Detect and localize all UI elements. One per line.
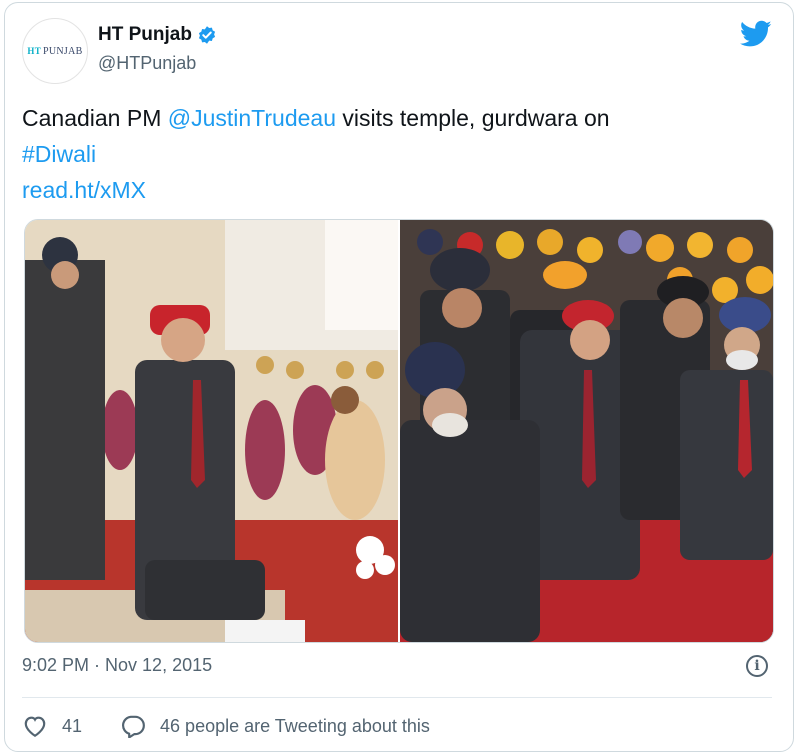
author-name-row: HT Punjab <box>98 24 217 46</box>
photo-right[interactable] <box>400 220 773 642</box>
mention-link[interactable]: @JustinTrudeau <box>168 105 336 131</box>
tweet-timestamp[interactable]: 9:02 PM · Nov 12, 2015 <box>22 655 212 676</box>
display-name[interactable]: HT Punjab <box>98 24 192 46</box>
tweet-text-part1: Canadian PM <box>22 105 168 131</box>
info-icon[interactable]: i <box>746 655 768 677</box>
like-count[interactable]: 41 <box>62 716 82 737</box>
avatar[interactable]: HT PUNJAB <box>22 18 88 84</box>
avatar-logo-text: PUNJAB <box>43 45 83 57</box>
author-handle[interactable]: @HTPunjab <box>98 53 196 74</box>
photo-left-illustration <box>25 220 398 642</box>
tweeting-about-link[interactable]: 46 people are Tweeting about this <box>160 716 430 737</box>
tweet-actions: 41 46 people are Tweeting about this <box>22 714 430 738</box>
divider <box>22 697 772 698</box>
avatar-logo-prefix: HT <box>27 46 41 56</box>
hashtag-link[interactable]: #Diwali <box>22 141 96 167</box>
heart-icon[interactable] <box>22 714 48 738</box>
tweet-text-part2: visits temple, gurdwara on <box>336 105 610 131</box>
photo-left[interactable] <box>25 220 398 642</box>
verified-badge-icon <box>198 26 216 44</box>
short-url-link[interactable]: read.ht/xMX <box>22 177 146 203</box>
speech-bubble-icon[interactable] <box>120 714 146 738</box>
tweet-text: Canadian PM @JustinTrudeau visits temple… <box>22 100 742 208</box>
photo-right-illustration <box>400 220 773 642</box>
media-grid <box>24 219 774 643</box>
twitter-bird-icon[interactable] <box>740 20 772 48</box>
